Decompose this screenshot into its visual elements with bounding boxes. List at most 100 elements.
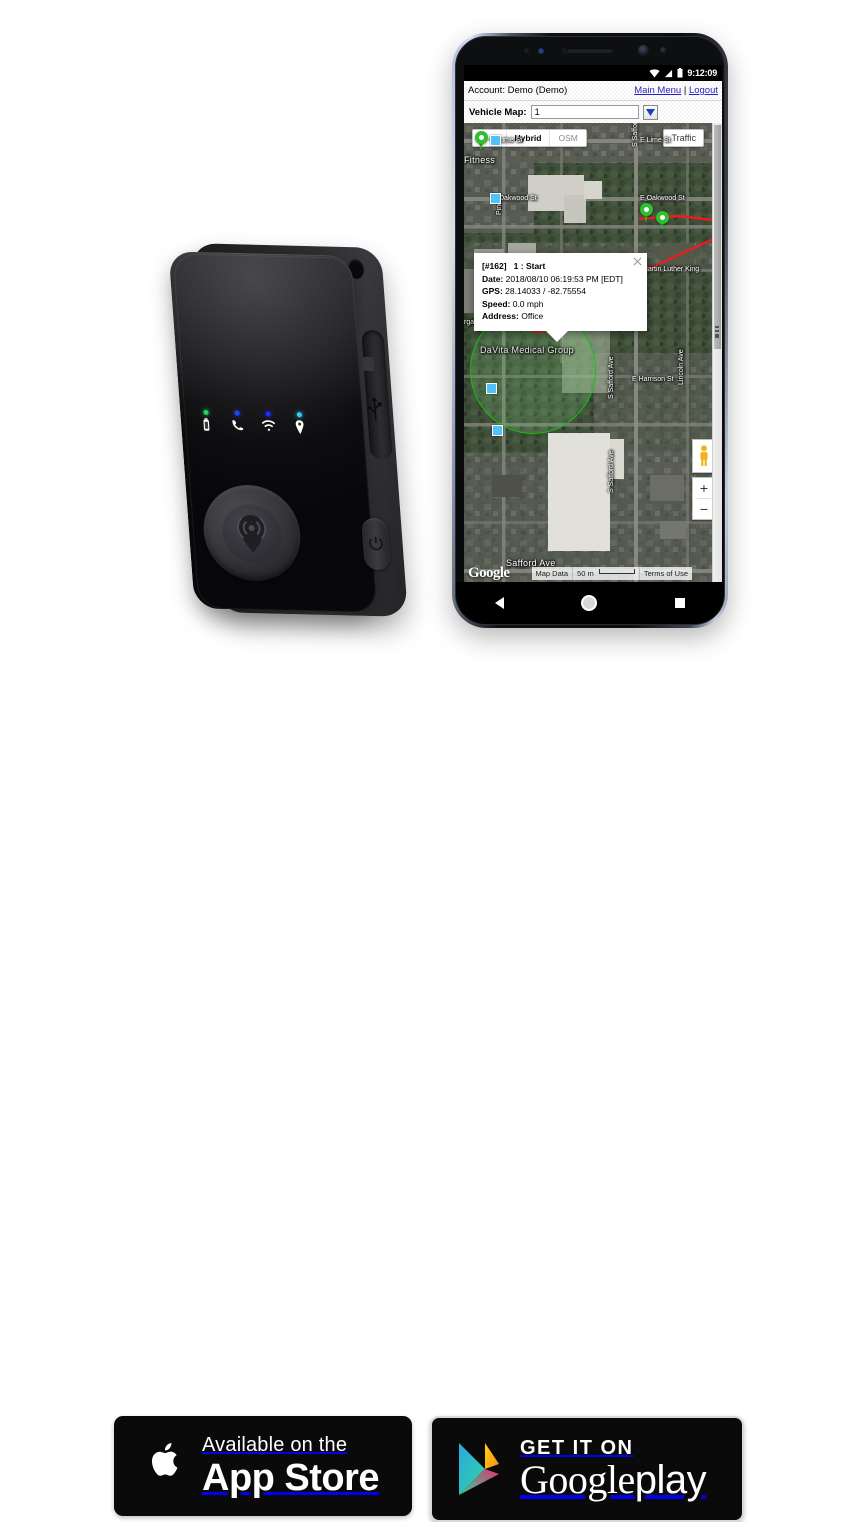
- logout-link[interactable]: Logout: [689, 85, 718, 96]
- app-store-text: Available on the App Store: [202, 1434, 380, 1499]
- date-value: 2018/08/10 06:19:53 PM [EDT]: [505, 273, 623, 284]
- sensor-dot: [524, 48, 529, 53]
- vehicle-map-dropdown-button[interactable]: [642, 104, 658, 120]
- account-links: Main Menu | Logout: [634, 85, 718, 96]
- street-label: E Oakwood St: [640, 195, 685, 202]
- street-label-vertical: S Safford Ave: [608, 450, 615, 493]
- map-data-link[interactable]: Map Data: [531, 567, 574, 580]
- device-usb-cover-tab: [362, 356, 375, 372]
- map-type-osm[interactable]: OSM: [550, 130, 585, 146]
- iris-scanner: [660, 47, 667, 54]
- back-icon[interactable]: [494, 597, 504, 609]
- wifi-icon: [649, 68, 660, 78]
- google-play-big-text: Googleplay: [520, 1457, 707, 1502]
- gps-tracker-device: [160, 235, 420, 625]
- info-window-title: [#162] 1 : Start: [482, 260, 639, 273]
- map-info-window[interactable]: [#162] 1 : Start Date: 2018/08/10 06:19:…: [474, 253, 647, 342]
- info-window-gps-row: GPS: 28.14033 / -82.75554: [482, 285, 639, 298]
- street-label-vertical: Lincoln Ave: [678, 349, 685, 385]
- address-value: Office: [521, 311, 544, 322]
- map-scrollbar-thumb[interactable]: [714, 125, 721, 349]
- info-window-speed-row: Speed: 0.0 mph: [482, 298, 639, 311]
- phone-icon: [232, 419, 244, 431]
- info-window-tail: [546, 330, 568, 342]
- map-canvas[interactable]: Map Hybrid OSM Traffic E Lime St E Lime …: [464, 123, 722, 583]
- device-led-wifi: [257, 411, 281, 433]
- location-led-dot: [296, 412, 302, 418]
- speed-label: Speed:: [482, 298, 511, 309]
- status-bar-clock: 9:12:09: [687, 68, 717, 78]
- google-word: Google: [520, 1457, 635, 1502]
- earpiece-speaker: [567, 48, 613, 53]
- pin-dot: [644, 207, 649, 212]
- google-play-badge[interactable]: GET IT ON Googleplay: [430, 1416, 744, 1522]
- device-led-row: [194, 409, 312, 453]
- link-separator: |: [683, 85, 687, 96]
- transit-icon[interactable]: [490, 135, 501, 146]
- app-store-big-text: App Store: [202, 1457, 380, 1499]
- recents-icon[interactable]: [675, 598, 686, 608]
- location-pin-icon: [295, 420, 304, 435]
- apple-logo-icon: [151, 1443, 178, 1476]
- indicator-led: [538, 48, 544, 54]
- street-label: E Harrison St: [632, 376, 674, 383]
- map-scale-label: 50 m: [577, 569, 594, 578]
- battery-led-dot: [202, 409, 209, 415]
- android-nav-bar[interactable]: [456, 582, 724, 624]
- app-store-badge[interactable]: Available on the App Store: [114, 1416, 412, 1516]
- device-led-location: [288, 412, 312, 435]
- phone-screen: 9:12:09 Account: Demo (Demo) Main Menu |…: [464, 65, 722, 583]
- battery-icon: [203, 418, 210, 431]
- app-store-small-text: Available on the: [202, 1434, 348, 1456]
- phone-top-bezel: [456, 37, 724, 65]
- terms-of-use-link[interactable]: Terms of Use: [639, 567, 692, 580]
- phone-led-dot: [233, 410, 240, 416]
- gps-value: 28.14033 / -82.75554: [505, 286, 586, 297]
- google-play-triangle-icon: [459, 1443, 499, 1495]
- info-window-address-row: Address: Office: [482, 310, 639, 323]
- device-power-button[interactable]: [361, 517, 391, 571]
- date-label: Date:: [482, 273, 504, 284]
- street-label-vertical: S Safford Ave: [608, 356, 615, 399]
- main-menu-link[interactable]: Main Menu: [634, 85, 681, 96]
- account-label: Account: Demo (Demo): [468, 85, 568, 96]
- address-label: Address:: [482, 311, 519, 322]
- store-badges: Available on the App Store GET IT ON Goo…: [0, 700, 860, 1522]
- wifi-led-dot: [265, 411, 271, 417]
- info-window-name: 1 : Start: [513, 261, 546, 271]
- transit-icon[interactable]: [492, 425, 503, 436]
- map-scrollbar-grip: [715, 325, 719, 338]
- google-play-small-text: GET IT ON: [520, 1437, 634, 1459]
- phone-body: 9:12:09 Account: Demo (Demo) Main Menu |…: [455, 36, 725, 625]
- signal-icon: [665, 69, 673, 77]
- front-camera: [638, 45, 649, 56]
- info-window-date-row: Date: 2018/08/10 06:19:53 PM [EDT]: [482, 273, 639, 286]
- wifi-icon: [261, 420, 276, 431]
- street-view-pegman-icon: [700, 445, 708, 466]
- home-icon[interactable]: [581, 595, 598, 611]
- speed-value: 0.0 mph: [512, 298, 544, 309]
- transit-icon[interactable]: [486, 383, 497, 394]
- gps-label: GPS:: [482, 286, 503, 297]
- device-led-battery: [194, 409, 218, 432]
- vehicle-map-selected-value: 1: [534, 107, 540, 117]
- smartphone-mockup: 9:12:09 Account: Demo (Demo) Main Menu |…: [452, 33, 728, 628]
- close-icon[interactable]: [633, 257, 642, 266]
- device-sos-button-inner: [219, 502, 285, 564]
- transit-icon[interactable]: [490, 193, 501, 204]
- power-icon: [369, 536, 383, 551]
- battery-icon: [677, 68, 683, 78]
- info-window-id: [#162]: [482, 261, 507, 271]
- device-led-phone: [225, 410, 249, 432]
- poi-label-davita: DaVita Medical Group: [480, 345, 574, 355]
- vehicle-map-select[interactable]: 1: [530, 105, 639, 119]
- google-play-text: GET IT ON Googleplay: [520, 1437, 707, 1502]
- street-label: Martin Luther King: [642, 266, 700, 273]
- map-scrollbar[interactable]: [712, 123, 722, 583]
- account-bar: Account: Demo (Demo) Main Menu | Logout: [464, 81, 722, 101]
- pin-dot: [660, 215, 665, 220]
- poi-label-fitness: Fitness: [464, 155, 496, 165]
- play-word: play: [634, 1458, 707, 1502]
- street-label-vertical: S Safford Ave: [632, 123, 639, 147]
- map-scale: 50 m: [573, 567, 640, 580]
